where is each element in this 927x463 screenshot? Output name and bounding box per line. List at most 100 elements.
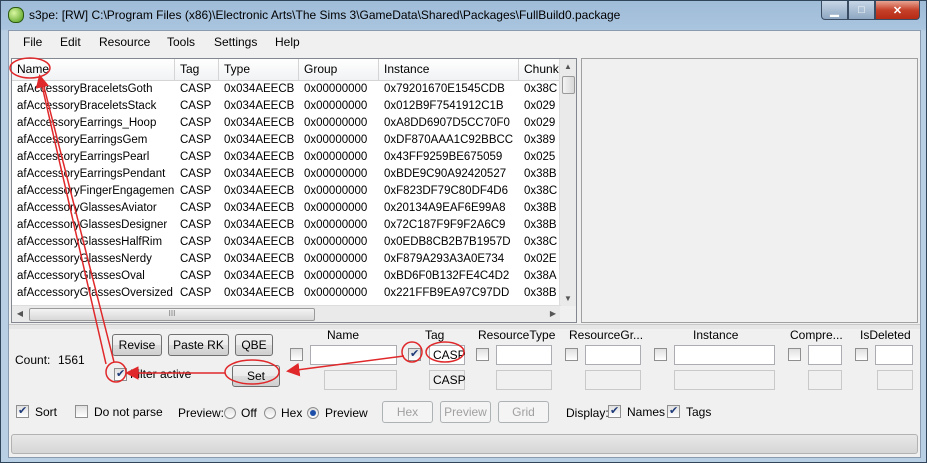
tags-checkbox[interactable] <box>667 404 680 418</box>
scroll-right-icon[interactable]: ▶ <box>545 306 561 322</box>
horizontal-scrollbar[interactable]: ◀ III ▶ <box>12 305 561 322</box>
hex-button[interactable]: Hex <box>382 401 433 423</box>
preview-off-radio[interactable] <box>224 407 236 419</box>
cell-name: afAccessoryGlassesOversized <box>17 287 173 299</box>
table-row[interactable]: afAccessoryGlassesNerdy CASP 0x034AEECB 0x0… <box>12 251 562 268</box>
paste-rk-button[interactable]: Paste RK <box>168 334 229 356</box>
table-row[interactable]: afAccessoryEarringsPearl CASP 0x034AEECB 0x… <box>12 149 562 166</box>
filter-label-instance: Instance <box>693 328 739 342</box>
table-row[interactable]: afAccessoryGlassesAviator CASP 0x034AEECB 0… <box>12 200 562 217</box>
grid-button[interactable]: Grid <box>498 401 549 423</box>
cell-chunk: 0x38B <box>524 168 557 180</box>
cell-instance: 0xA8DD6907D5CC70F0 <box>384 117 510 129</box>
cell-name: afAccessoryEarringsGem <box>17 134 148 146</box>
table-row[interactable]: afAccessoryGlassesOversized CASP 0x034AEEC… <box>12 285 562 302</box>
maximize-button[interactable]: □ <box>848 1 875 20</box>
menu-help[interactable]: Help <box>275 35 300 49</box>
cell-tag: CASP <box>180 270 212 282</box>
vertical-scroll-thumb[interactable] <box>562 76 575 94</box>
filter-resourcegroup-checkbox[interactable] <box>565 348 578 361</box>
splitter[interactable] <box>9 324 920 329</box>
names-checkbox[interactable] <box>608 404 621 418</box>
filter-label-resourcegroup: ResourceGr... <box>569 328 644 342</box>
filter-instance-checkbox[interactable] <box>654 348 667 361</box>
vertical-scrollbar[interactable]: ▲ ▼ <box>559 59 576 307</box>
filter-resourcetype-input[interactable] <box>496 345 552 365</box>
filter-active-label: Filter active <box>130 367 192 381</box>
table-row[interactable]: afAccessoryEarrings_Hoop CASP 0x034AEECB 0x… <box>12 115 562 132</box>
do-not-parse-label: Do not parse <box>94 405 163 419</box>
table-row[interactable]: afAccessoryGlassesHalfRim CASP 0x034AEECB 0… <box>12 234 562 251</box>
column-header-group[interactable]: Group <box>299 59 379 80</box>
table-row[interactable]: afAccessoryGlassesOval CASP 0x034AEECB 0x00… <box>12 268 562 285</box>
sort-checkbox[interactable] <box>16 404 29 418</box>
filter-active-checkbox[interactable] <box>114 367 127 381</box>
preview-button[interactable]: Preview <box>440 401 491 423</box>
do-not-parse-checkbox[interactable] <box>75 405 88 418</box>
cell-instance: 0xBD6F0B132FE4C4D2 <box>384 270 510 282</box>
cell-type: 0x034AEECB <box>224 253 295 265</box>
cell-name: afAccessoryEarringsPendant <box>17 168 166 180</box>
column-header-instance[interactable]: Instance <box>379 59 519 80</box>
filter-resourcetype-checkbox[interactable] <box>476 348 489 361</box>
menu-resource[interactable]: Resource <box>99 35 150 49</box>
resource-list[interactable]: Name Tag Type Group Instance Chunk afAcc… <box>11 58 577 323</box>
cell-instance: 0x012B9F7541912C1B <box>384 100 504 112</box>
close-button[interactable]: ✕ <box>875 1 920 20</box>
filter-name-checkbox[interactable] <box>290 348 303 361</box>
cell-name: afAccessoryBraceletsStack <box>17 100 157 112</box>
cell-type: 0x034AEECB <box>224 270 295 282</box>
cell-name: afAccessoryGlassesOval <box>17 270 145 282</box>
cell-group: 0x00000000 <box>304 83 368 95</box>
qbe-button[interactable]: QBE <box>235 334 273 356</box>
table-row[interactable]: afAccessoryEarringsPendant CASP 0x034AEECB… <box>12 166 562 183</box>
filter-resourcegroup-input[interactable] <box>585 345 641 365</box>
menu-edit[interactable]: Edit <box>60 35 81 49</box>
title-bar[interactable]: s3pe: [RW] C:\Program Files (x86)\Electr… <box>1 1 926 29</box>
preview-preview-radio[interactable] <box>307 407 319 419</box>
cell-tag: CASP <box>180 287 212 299</box>
menu-tools[interactable]: Tools <box>167 35 195 49</box>
scroll-up-icon[interactable]: ▲ <box>560 59 576 75</box>
column-header-type[interactable]: Type <box>219 59 299 80</box>
table-row[interactable]: afAccessoryBraceletsStack CASP 0x034AEECB 0… <box>12 98 562 115</box>
cell-group: 0x00000000 <box>304 236 368 248</box>
filter-tag-input[interactable]: CASP <box>429 345 466 365</box>
filter-label-tag: Tag <box>425 328 445 342</box>
table-row[interactable]: afAccessoryEarringsGem CASP 0x034AEECB 0x00… <box>12 132 562 149</box>
preview-hex-radio[interactable] <box>264 407 276 419</box>
cell-chunk: 0x38A <box>524 270 557 282</box>
cell-group: 0x00000000 <box>304 100 368 112</box>
s3pe-app-icon <box>8 7 24 23</box>
column-header-tag[interactable]: Tag <box>175 59 219 80</box>
filter-instance-input[interactable] <box>674 345 775 365</box>
cell-name: afAccessoryGlassesDesigner <box>17 219 168 231</box>
set-filter-button[interactable]: Set <box>232 365 280 387</box>
cell-chunk: 0x025 <box>524 151 556 163</box>
filter-isdeleted-checkbox[interactable] <box>855 348 868 361</box>
table-row[interactable]: afAccessoryFingerEngagemen... CASP 0x034AE… <box>12 183 562 200</box>
cell-tag: CASP <box>180 219 212 231</box>
filter-name-current <box>324 370 397 390</box>
scroll-left-icon[interactable]: ◀ <box>12 306 28 322</box>
filter-compressed-input[interactable] <box>808 345 842 365</box>
table-row[interactable]: afAccessoryBraceletsGoth CASP 0x034AEECB 0x… <box>12 81 562 98</box>
menu-file[interactable]: File <box>23 35 42 49</box>
scroll-down-icon[interactable]: ▼ <box>560 291 576 307</box>
filter-resourcegroup-current <box>585 370 641 390</box>
filter-compressed-checkbox[interactable] <box>788 348 801 361</box>
minimize-button[interactable]: ▁ <box>821 1 848 20</box>
cell-name: afAccessoryEarrings_Hoop <box>17 117 157 129</box>
filter-tag-checkbox[interactable] <box>408 347 421 361</box>
filter-isdeleted-input[interactable] <box>875 345 913 365</box>
count-value: 1561 <box>58 353 85 367</box>
menu-settings[interactable]: Settings <box>214 35 257 49</box>
horizontal-scroll-thumb[interactable]: III <box>29 308 315 321</box>
revise-button[interactable]: Revise <box>112 334 162 356</box>
filter-instance-current <box>674 370 775 390</box>
column-header-name[interactable]: Name <box>12 59 175 80</box>
filter-name-input[interactable] <box>310 345 397 365</box>
status-bar <box>9 431 920 457</box>
table-row[interactable]: afAccessoryGlassesDesigner CASP 0x034AEECB… <box>12 217 562 234</box>
cell-instance: 0x43FF9259BE675059 <box>384 151 503 163</box>
